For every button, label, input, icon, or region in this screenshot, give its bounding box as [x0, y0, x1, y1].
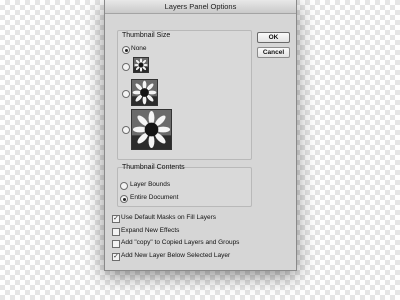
thumbnail-size-large-radio[interactable]: [122, 126, 130, 134]
expand-new-effects-label: Expand New Effects: [121, 227, 180, 234]
sunflower-icon: [134, 58, 148, 72]
layer-bounds-radio[interactable]: [120, 182, 128, 190]
sunflower-thumbnail-large[interactable]: [131, 109, 172, 150]
use-default-masks-checkbox[interactable]: ✓: [112, 215, 120, 223]
add-copy-label: Add "copy" to Copied Layers and Groups: [121, 239, 240, 246]
cancel-button[interactable]: Cancel: [257, 47, 290, 58]
entire-document-label: Entire Document: [130, 194, 179, 201]
thumbnail-size-none-radio[interactable]: [122, 46, 130, 54]
expand-new-effects-checkbox[interactable]: [112, 228, 120, 236]
add-new-layer-below-label: Add New Layer Below Selected Layer: [121, 252, 231, 259]
thumbnail-contents-label: Thumbnail Contents: [122, 164, 185, 171]
entire-document-radio[interactable]: [120, 195, 128, 203]
add-copy-checkbox[interactable]: [112, 240, 120, 248]
add-new-layer-below-checkbox[interactable]: ✓: [112, 253, 120, 261]
sunflower-thumbnail-small[interactable]: [133, 57, 149, 73]
sunflower-thumbnail-medium[interactable]: [131, 79, 158, 106]
dialog-title: Layers Panel Options: [105, 0, 296, 14]
ok-button[interactable]: OK: [257, 32, 290, 43]
sunflower-icon: [132, 80, 157, 105]
layers-panel-options-dialog: Layers Panel Options Thumbnail Size None…: [104, 0, 297, 271]
thumbnail-size-small-radio[interactable]: [122, 63, 130, 71]
thumbnail-size-none-label: None: [131, 45, 147, 52]
sunflower-icon: [132, 110, 171, 149]
use-default-masks-label: Use Default Masks on Fill Layers: [121, 214, 217, 221]
layer-bounds-label: Layer Bounds: [130, 181, 171, 188]
thumbnail-size-medium-radio[interactable]: [122, 90, 130, 98]
thumbnail-size-label: Thumbnail Size: [122, 32, 171, 39]
